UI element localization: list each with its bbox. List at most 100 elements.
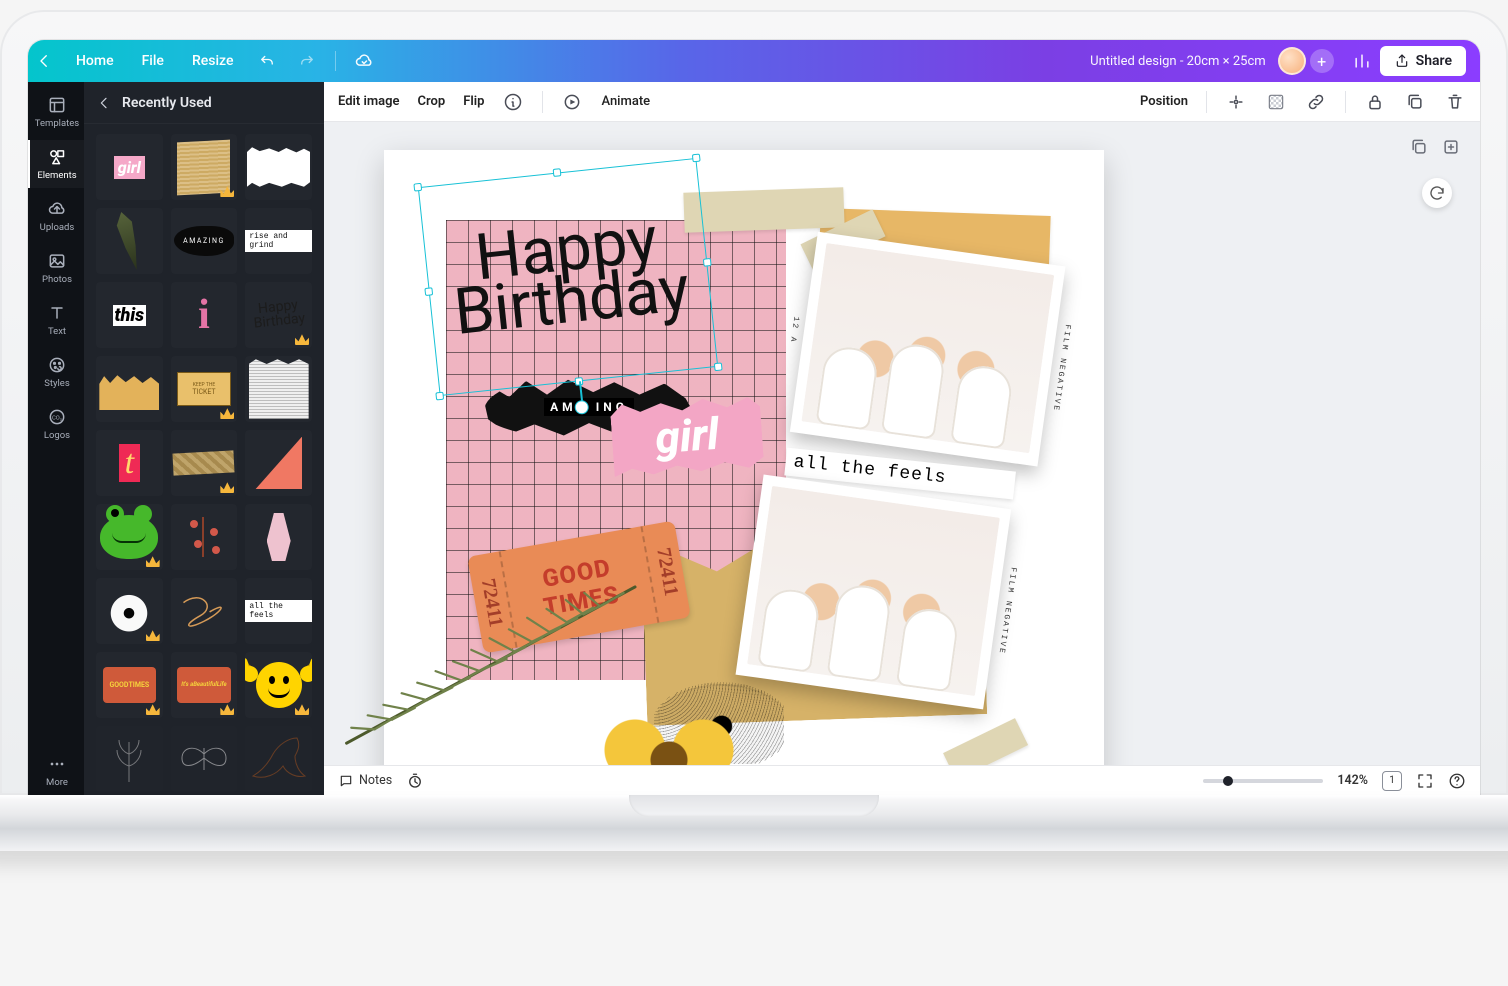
element-thumb-label-rise[interactable]: rise and grind xyxy=(245,208,312,274)
element-thumb-newspaper[interactable] xyxy=(245,356,312,422)
rail-templates[interactable]: Templates xyxy=(28,88,84,136)
element-thumb-swallow[interactable] xyxy=(245,726,312,792)
app-window: Home File Resize Untitled design - 20c xyxy=(28,40,1480,795)
reset-view-button[interactable] xyxy=(1422,178,1452,208)
premium-icon xyxy=(220,481,234,493)
back-button[interactable] xyxy=(28,40,60,82)
redo-button[interactable] xyxy=(289,40,325,82)
element-thumb-moth[interactable] xyxy=(171,726,238,792)
duplicate-page-icon[interactable] xyxy=(1408,136,1430,158)
element-thumb-label-feels[interactable]: all the feels xyxy=(245,578,312,644)
zoom-slider[interactable] xyxy=(1203,779,1323,783)
thumb-text: t xyxy=(119,444,140,482)
nav-file[interactable]: File xyxy=(130,40,176,82)
info-icon[interactable] xyxy=(502,91,524,113)
thumb-text: rise and grind xyxy=(245,230,312,252)
element-thumb-ticket-beautiful[interactable]: It's aBeautifulLife xyxy=(171,652,238,718)
flip-button[interactable]: Flip xyxy=(463,92,484,111)
page-tools xyxy=(1408,136,1462,158)
polaroid-bottom[interactable]: FILM NEGATIVE xyxy=(736,475,1012,710)
element-thumb-this[interactable]: this xyxy=(96,282,163,348)
rail-elements[interactable]: Elements xyxy=(28,140,84,188)
undo-button[interactable] xyxy=(249,40,285,82)
user-avatar[interactable] xyxy=(1278,47,1306,75)
rail-uploads[interactable]: Uploads xyxy=(28,192,84,240)
bottom-bar: Notes 142% 1 xyxy=(324,765,1480,795)
laptop-base xyxy=(0,795,1508,965)
artboard[interactable]: FILM NEGATIVE 12 A all the feels FILM NE… xyxy=(384,150,1104,765)
add-collaborator-button[interactable]: + xyxy=(1310,49,1334,73)
rail-label: Text xyxy=(48,326,66,337)
element-thumb-scribble[interactable] xyxy=(171,578,238,644)
element-thumb-torn-white[interactable] xyxy=(245,134,312,200)
transparency-icon[interactable] xyxy=(1265,91,1287,113)
page-indicator[interactable]: 1 xyxy=(1382,771,1402,791)
divider xyxy=(335,51,336,71)
effects-icon[interactable] xyxy=(1225,91,1247,113)
trash-icon[interactable] xyxy=(1444,91,1466,113)
premium-icon xyxy=(295,333,309,345)
nav-resize[interactable]: Resize xyxy=(180,40,246,82)
rail-label: Photos xyxy=(42,274,72,285)
element-thumb-eye[interactable] xyxy=(96,578,163,644)
link-icon[interactable] xyxy=(1305,91,1327,113)
divider xyxy=(1206,91,1207,113)
element-thumb-keep-ticket[interactable]: KEEP THETICKET xyxy=(171,356,238,422)
edit-image-button[interactable]: Edit image xyxy=(338,92,400,111)
add-page-icon[interactable] xyxy=(1440,136,1462,158)
timer-icon[interactable] xyxy=(406,772,424,790)
position-button[interactable]: Position xyxy=(1140,92,1188,111)
lock-icon[interactable] xyxy=(1364,91,1386,113)
element-thumb-tape[interactable] xyxy=(171,430,238,496)
panel-back-button[interactable] xyxy=(96,95,112,111)
element-thumb-triangle[interactable] xyxy=(245,430,312,496)
canvas-area[interactable]: FILM NEGATIVE 12 A all the feels FILM NE… xyxy=(324,122,1480,765)
rail-more[interactable]: More xyxy=(28,747,84,795)
premium-icon xyxy=(146,629,160,641)
insights-icon[interactable] xyxy=(1344,40,1380,82)
polaroid-top[interactable]: FILM NEGATIVE 12 A xyxy=(790,232,1066,467)
premium-icon xyxy=(220,703,234,715)
collage-flower[interactable] xyxy=(584,710,754,765)
element-thumb-i[interactable]: i xyxy=(171,282,238,348)
document-title[interactable]: Untitled design - 20cm × 25cm xyxy=(1090,54,1266,69)
element-thumb-vase[interactable] xyxy=(245,504,312,570)
element-thumb-branch[interactable] xyxy=(171,504,238,570)
animate-button[interactable]: Animate xyxy=(601,92,650,111)
zoom-value[interactable]: 142% xyxy=(1337,773,1368,788)
duplicate-icon[interactable] xyxy=(1404,91,1426,113)
share-button[interactable]: Share xyxy=(1380,46,1466,76)
collage-happy-birthday[interactable]: HappyBirthday xyxy=(413,145,725,404)
element-thumb-ticket-good-times[interactable]: GOODTIMES xyxy=(96,652,163,718)
element-thumb-torn-beige[interactable] xyxy=(96,356,163,422)
help-icon[interactable] xyxy=(1448,772,1466,790)
element-thumb-frog[interactable] xyxy=(96,504,163,570)
premium-icon xyxy=(220,407,234,419)
screen-bezel: Home File Resize Untitled design - 20c xyxy=(0,10,1508,795)
rail-styles[interactable]: Styles xyxy=(28,348,84,396)
nav-home[interactable]: Home xyxy=(64,40,126,82)
element-thumb-happy-birthday[interactable]: HappyBirthday xyxy=(245,282,312,348)
notes-button[interactable]: Notes xyxy=(338,773,392,789)
rail-text[interactable]: Text xyxy=(28,296,84,344)
side-rail: Templates Elements Uploads Photos xyxy=(28,82,84,795)
context-toolbar: Edit image Crop Flip Animate Position xyxy=(324,82,1480,122)
element-thumb-botanical[interactable] xyxy=(96,726,163,792)
rail-logos[interactable]: CO₂ Logos xyxy=(28,400,84,448)
rail-label: Elements xyxy=(37,170,76,181)
element-thumb-girl[interactable]: girl xyxy=(96,134,163,200)
rail-photos[interactable]: Photos xyxy=(28,244,84,292)
panel-header: Recently Used xyxy=(84,82,324,124)
app-topbar: Home File Resize Untitled design - 20c xyxy=(28,40,1480,82)
element-thumb-amazing[interactable]: AMAZING xyxy=(171,208,238,274)
crop-button[interactable]: Crop xyxy=(418,92,446,111)
element-thumb-letter-t[interactable]: t xyxy=(96,430,163,496)
fullscreen-icon[interactable] xyxy=(1416,772,1434,790)
element-thumb-leaf[interactable] xyxy=(96,208,163,274)
element-thumb-music-paper[interactable] xyxy=(171,134,238,200)
cloud-sync-icon[interactable] xyxy=(346,40,382,82)
panel-grid[interactable]: girl AMAZING rise and grind this i Happy… xyxy=(84,124,324,795)
rail-label: Uploads xyxy=(40,222,75,233)
element-thumb-emoji-thumbs[interactable] xyxy=(245,652,312,718)
animate-icon[interactable] xyxy=(561,91,583,113)
